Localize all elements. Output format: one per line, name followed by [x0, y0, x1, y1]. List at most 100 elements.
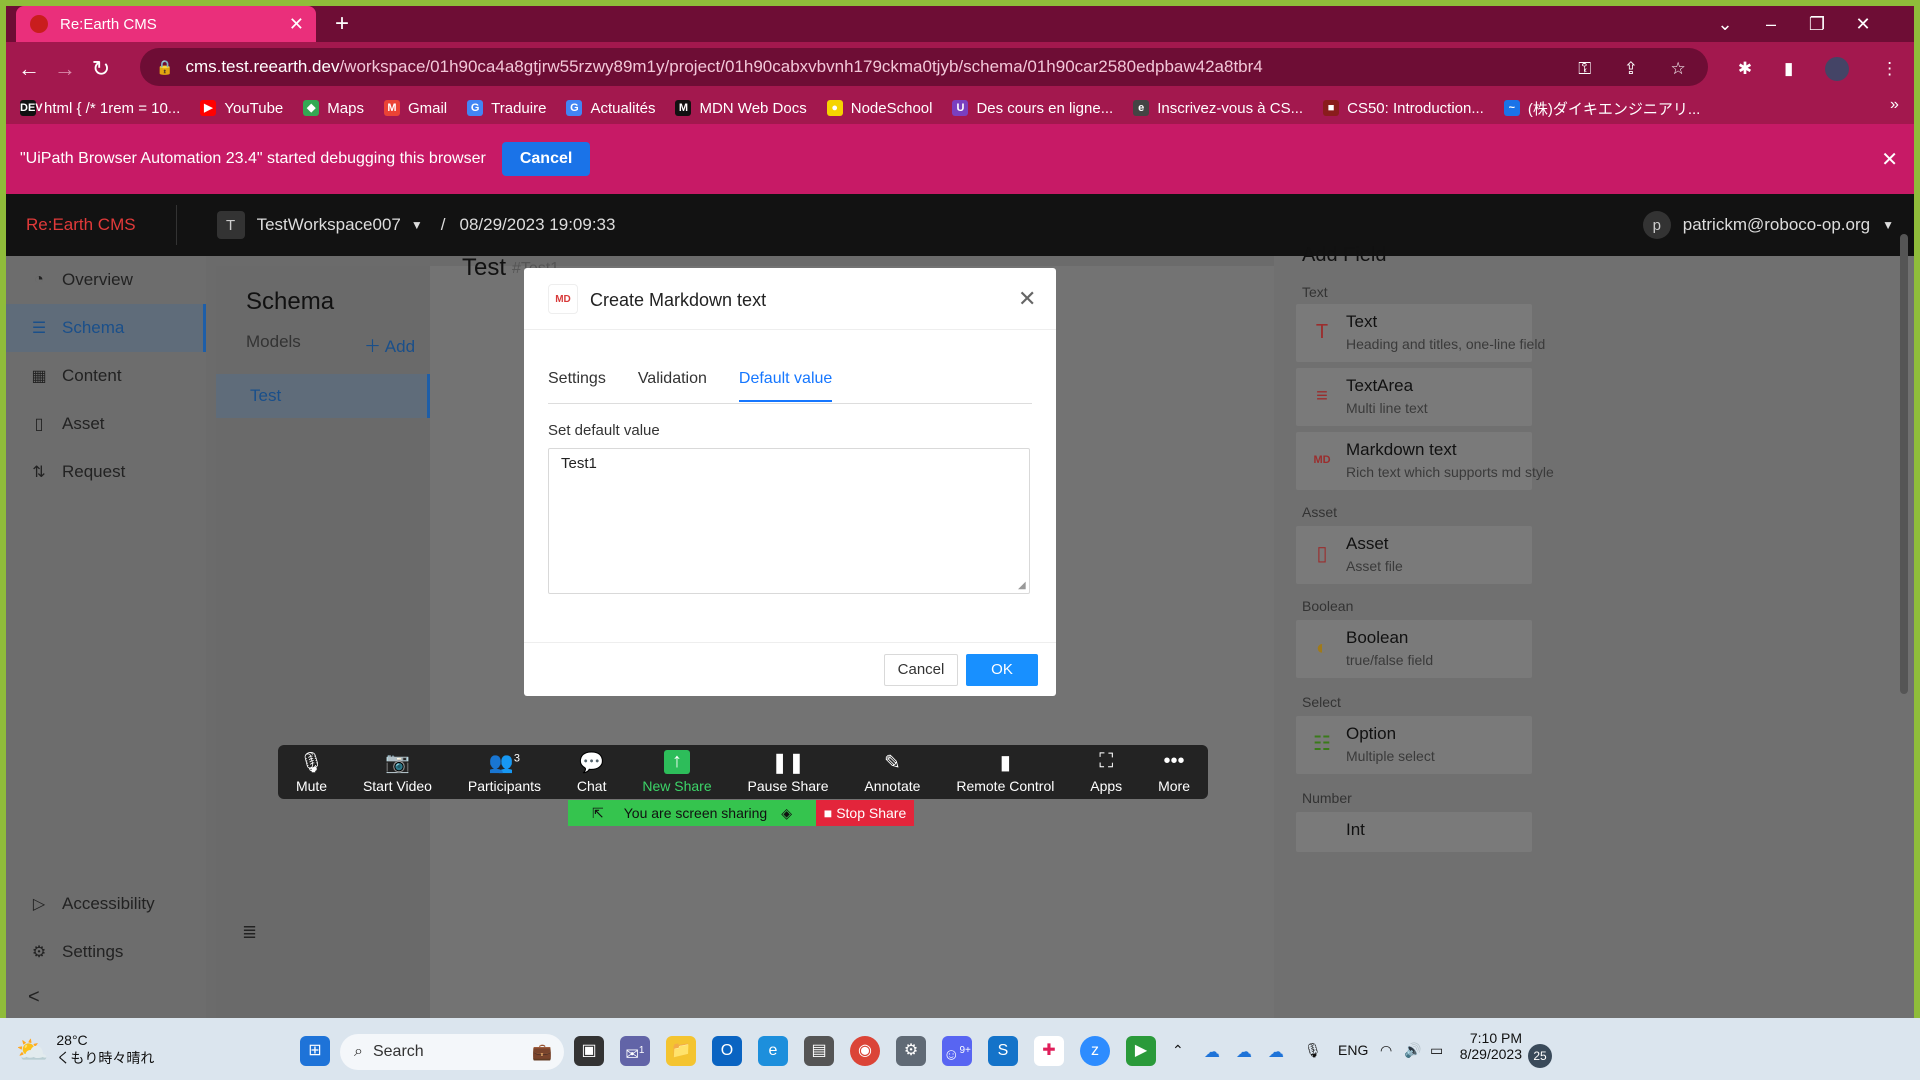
slack-icon[interactable]: ✚	[1034, 1036, 1064, 1066]
language-indicator[interactable]: ENG	[1338, 1042, 1368, 1058]
windows-start-icon[interactable]: ⊞	[300, 1036, 330, 1066]
onedrive-icon[interactable]: ☁	[1268, 1042, 1284, 1062]
sidebar-item-overview[interactable]: ◔ Overview	[6, 256, 206, 304]
profile-avatar-icon[interactable]	[1825, 57, 1850, 81]
add-model-button[interactable]: ＋ Add	[364, 332, 415, 357]
address-bar[interactable]: 🔒 cms.test.reearth.dev/workspace/01h90ca…	[140, 48, 1708, 86]
calculator-icon[interactable]: ▤	[804, 1036, 834, 1066]
debug-cancel-button[interactable]: Cancel	[501, 142, 591, 176]
bookmark-item[interactable]: ◆ Maps	[303, 100, 364, 117]
sidebar-item-content[interactable]: ▦ Content	[6, 352, 206, 400]
close-tab-icon[interactable]: ✕	[289, 14, 304, 35]
outlook-icon[interactable]: O	[712, 1036, 742, 1066]
extensions-icon[interactable]: ✱	[1738, 59, 1752, 79]
stop-share-button[interactable]: ■ Stop Share	[816, 800, 914, 826]
bookmark-item[interactable]: DEV html { /* 1rem = 10...	[20, 100, 180, 117]
chrome-icon[interactable]: ◉	[850, 1036, 880, 1066]
bookmark-item[interactable]: ▶ YouTube	[200, 100, 283, 117]
bookmark-item[interactable]: ● NodeSchool	[826, 100, 932, 117]
mute-button[interactable]: 🎙 Mute	[296, 750, 327, 794]
sidebar-item-asset[interactable]: ▯ Asset	[6, 400, 206, 448]
resize-handle-icon[interactable]: ◢	[1018, 580, 1026, 591]
restore-icon[interactable]: ❐	[1794, 6, 1840, 42]
ok-button[interactable]: OK	[966, 654, 1038, 686]
menu-icon[interactable]: ⋮	[1881, 59, 1898, 79]
close-window-icon[interactable]: ✕	[1840, 6, 1886, 42]
model-item-test[interactable]: Test	[216, 374, 430, 418]
field-card-text[interactable]: T Text Heading and titles, one-line field	[1296, 304, 1545, 362]
bookmark-star-icon[interactable]: ☆	[1670, 59, 1685, 79]
field-card-option[interactable]: ☷ Option Multiple select	[1296, 716, 1532, 774]
new-share-button[interactable]: ↑ New Share	[642, 750, 712, 794]
cancel-button[interactable]: Cancel	[884, 654, 958, 686]
field-card-boolean[interactable]: ◐ Boolean true/false field	[1296, 620, 1532, 678]
back-icon[interactable]: ←	[14, 54, 44, 84]
field-card-asset[interactable]: ▯ Asset Asset file	[1296, 526, 1532, 584]
task-view-icon[interactable]: ▣	[574, 1036, 604, 1066]
sidebar-item-request[interactable]: ⇅ Request	[6, 448, 206, 496]
sidebar-item-settings[interactable]: ⚙ Settings	[6, 928, 206, 976]
tab-search-icon[interactable]: ⌄	[1702, 6, 1748, 42]
sidebar-item-schema[interactable]: ☰ Schema	[6, 304, 206, 352]
bookmark-item[interactable]: G Traduire	[467, 100, 546, 117]
wifi-icon[interactable]: ◠	[1380, 1042, 1392, 1059]
file-explorer-icon[interactable]: 📁	[666, 1036, 696, 1066]
menu-toggle-icon[interactable]: ≣	[242, 922, 257, 943]
bookmark-item[interactable]: ~ (株)ダイキエンジニアリ...	[1503, 98, 1700, 119]
key-icon[interactable]: ⚿	[1578, 59, 1591, 79]
media-player-icon[interactable]: ▶	[1126, 1036, 1156, 1066]
more-bookmarks-icon[interactable]: »	[1890, 96, 1899, 114]
start-video-button[interactable]: 📷 Start Video	[363, 750, 432, 794]
chat-button[interactable]: 💬 Chat	[577, 750, 607, 794]
project-name[interactable]: 08/29/2023 19:09:33	[459, 215, 615, 235]
apps-button[interactable]: ⛶ Apps	[1090, 750, 1122, 794]
teams-chat-icon[interactable]: ✉1	[620, 1036, 650, 1066]
forward-icon[interactable]: →	[50, 54, 80, 84]
remote-control-button[interactable]: ▮ Remote Control	[956, 750, 1054, 794]
close-infobar-icon[interactable]: ✕	[1881, 147, 1898, 172]
app-logo[interactable]: Re:Earth CMS	[26, 215, 136, 235]
taskbar-search[interactable]: ⌕ Search 💼	[340, 1034, 564, 1070]
close-icon[interactable]: ✕	[1018, 286, 1036, 312]
collapse-sidebar-icon[interactable]: <	[28, 986, 40, 1009]
s-app-icon[interactable]: S	[988, 1036, 1018, 1066]
sidebar-item-accessibility[interactable]: ▷ Accessibility	[6, 880, 206, 928]
field-card-textarea[interactable]: ≡ TextArea Multi line text	[1296, 368, 1532, 426]
onedrive-icon[interactable]: ☁	[1236, 1042, 1252, 1062]
more-button[interactable]: ••• More	[1158, 750, 1190, 794]
clock[interactable]: 7:10 PM 8/29/2023	[1460, 1030, 1522, 1062]
microphone-icon[interactable]: 🎙	[1304, 1042, 1322, 1059]
bookmark-item[interactable]: G Actualités	[566, 100, 655, 117]
user-menu[interactable]: p patrickm@roboco-op.org ▼	[1642, 211, 1894, 239]
default-value-textarea[interactable]: Test1	[548, 448, 1030, 594]
bookmark-item[interactable]: ■ CS50: Introduction...	[1323, 100, 1484, 117]
tab-settings[interactable]: Settings	[548, 368, 606, 402]
reload-icon[interactable]: ↻	[86, 54, 116, 84]
bookmark-item[interactable]: e Inscrivez-vous à CS...	[1133, 100, 1303, 117]
field-card-markdown[interactable]: MD Markdown text Rich text which supports …	[1296, 432, 1554, 490]
weather-widget[interactable]: ⛅ 28°C くもり時々晴れ	[16, 1032, 154, 1068]
participants-button[interactable]: 👥3 Participants	[468, 750, 541, 794]
bookmark-item[interactable]: M MDN Web Docs	[675, 100, 807, 117]
battery-icon[interactable]: ▭	[1430, 1042, 1443, 1059]
settings-gear-icon[interactable]: ⚙	[896, 1036, 926, 1066]
minimize-icon[interactable]: –	[1748, 6, 1794, 42]
edge-icon[interactable]: e	[758, 1036, 788, 1066]
discord-icon[interactable]: ☺9+	[942, 1036, 972, 1066]
zoom-icon[interactable]: z	[1080, 1036, 1110, 1066]
new-tab-button[interactable]: +	[328, 10, 356, 38]
tab-validation[interactable]: Validation	[638, 368, 707, 402]
scrollbar-thumb[interactable]	[1900, 234, 1908, 694]
volume-icon[interactable]: 🔊	[1404, 1042, 1421, 1059]
notification-badge[interactable]: 25	[1528, 1044, 1552, 1068]
bookmark-item[interactable]: M Gmail	[383, 100, 447, 117]
side-panel-icon[interactable]: ▮	[1784, 59, 1793, 79]
tab-default-value[interactable]: Default value	[738, 368, 833, 402]
onedrive-icon[interactable]: ☁	[1204, 1042, 1220, 1062]
annotate-button[interactable]: ✎ Annotate	[864, 750, 920, 794]
share-icon[interactable]: ⇪	[1624, 59, 1638, 79]
browser-tab[interactable]: Re:Earth CMS ✕	[16, 6, 316, 42]
tray-overflow-icon[interactable]: ⌃	[1172, 1042, 1184, 1059]
pause-share-button[interactable]: ❚❚ Pause Share	[748, 750, 829, 794]
field-card-int[interactable]: Int	[1296, 812, 1532, 852]
